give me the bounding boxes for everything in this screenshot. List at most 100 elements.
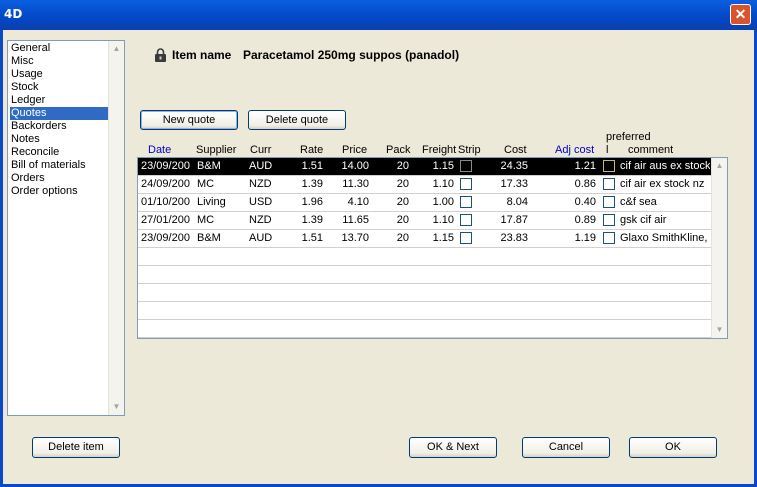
strip-checkbox[interactable] bbox=[460, 178, 472, 190]
cell-pack[interactable]: 20 bbox=[371, 212, 409, 229]
new-quote-button[interactable]: New quote bbox=[140, 110, 238, 130]
cell-date[interactable]: 23/09/200 bbox=[141, 158, 195, 175]
strip-checkbox[interactable] bbox=[460, 214, 472, 226]
sidebar-item[interactable]: Usage bbox=[10, 68, 110, 81]
item-name-value: Paracetamol 250mg suppos (panadol) bbox=[243, 48, 460, 62]
cell-supplier[interactable]: MC bbox=[197, 176, 247, 193]
scroll-down-icon[interactable]: ▼ bbox=[712, 322, 727, 338]
cell-freight[interactable]: 1.15 bbox=[411, 158, 454, 175]
cell-comment[interactable]: c&f sea bbox=[620, 194, 710, 211]
cell-supplier[interactable]: MC bbox=[197, 212, 247, 229]
cell-price[interactable]: 4.10 bbox=[325, 194, 369, 211]
cell-supplier[interactable]: B&M bbox=[197, 158, 247, 175]
cell-curr[interactable]: AUD bbox=[249, 230, 283, 247]
cell-rate[interactable]: 1.39 bbox=[285, 212, 323, 229]
ok-next-button[interactable]: OK & Next bbox=[409, 437, 497, 458]
cell-comment[interactable]: cif air ex stock nz bbox=[620, 176, 710, 193]
cell-rate[interactable]: 1.96 bbox=[285, 194, 323, 211]
cell-cost[interactable]: 17.33 bbox=[490, 176, 528, 193]
scroll-up-icon[interactable]: ▲ bbox=[109, 41, 124, 57]
quotes-table-scrollbar[interactable]: ▲ ▼ bbox=[711, 158, 727, 338]
sidebar-item[interactable]: Order options bbox=[10, 185, 110, 198]
cell-comment[interactable]: Glaxo SmithKline, bbox=[620, 230, 710, 247]
cell-curr[interactable]: USD bbox=[249, 194, 283, 211]
table-row[interactable]: 24/09/200 MC NZD 1.39 11.30 20 1.10 17.33 0.86 ci… bbox=[138, 176, 711, 194]
delete-item-button[interactable]: Delete item bbox=[32, 437, 120, 458]
section-list[interactable]: General Misc Usage Stock Ledger Quotes Backord… bbox=[7, 40, 125, 416]
cell-date[interactable]: 01/10/200 bbox=[141, 194, 195, 211]
table-row[interactable]: 23/09/200 B&M AUD 1.51 14.00 20 1.15 24.35 1.21 c… bbox=[138, 158, 711, 176]
ok-button[interactable]: OK bbox=[629, 437, 717, 458]
cell-pack[interactable]: 20 bbox=[371, 158, 409, 175]
cell-comment[interactable]: cif air aus ex stock bbox=[620, 158, 710, 175]
cell-date[interactable]: 23/09/200 bbox=[141, 230, 195, 247]
cell-pack[interactable]: 20 bbox=[371, 230, 409, 247]
cell-pack[interactable]: 20 bbox=[371, 176, 409, 193]
cell-curr[interactable]: AUD bbox=[249, 158, 283, 175]
cell-rate[interactable]: 1.51 bbox=[285, 158, 323, 175]
delete-quote-button[interactable]: Delete quote bbox=[248, 110, 346, 130]
sidebar-item[interactable]: Misc bbox=[10, 55, 110, 68]
sidebar-item[interactable]: Ledger bbox=[10, 94, 110, 107]
sidebar-item[interactable]: Orders bbox=[10, 172, 110, 185]
cell-comment[interactable]: gsk cif air bbox=[620, 212, 710, 229]
strip-checkbox[interactable] bbox=[460, 160, 472, 172]
table-row-empty[interactable] bbox=[138, 302, 711, 320]
quotes-table[interactable]: 23/09/200 B&M AUD 1.51 14.00 20 1.15 24.35 1.21 c… bbox=[137, 157, 728, 339]
scroll-up-icon[interactable]: ▲ bbox=[712, 158, 727, 174]
cell-adj-cost[interactable]: 0.86 bbox=[552, 176, 596, 193]
table-row[interactable]: 23/09/200 B&M AUD 1.51 13.70 20 1.15 23.83 1.19 G… bbox=[138, 230, 711, 248]
column-header-adj-cost[interactable]: Adj cost bbox=[555, 144, 594, 156]
sidebar-item[interactable]: General bbox=[10, 42, 110, 55]
sidebar-item[interactable]: Quotes bbox=[10, 107, 110, 120]
strip-checkbox[interactable] bbox=[460, 232, 472, 244]
table-row-empty[interactable] bbox=[138, 320, 711, 338]
cell-date[interactable]: 24/09/200 bbox=[141, 176, 195, 193]
cell-freight[interactable]: 1.00 bbox=[411, 194, 454, 211]
strip-checkbox[interactable] bbox=[460, 196, 472, 208]
preferred-checkbox[interactable] bbox=[603, 178, 615, 190]
cell-adj-cost[interactable]: 1.21 bbox=[552, 158, 596, 175]
cell-curr[interactable]: NZD bbox=[249, 176, 283, 193]
preferred-checkbox[interactable] bbox=[603, 160, 615, 172]
cell-adj-cost[interactable]: 0.40 bbox=[552, 194, 596, 211]
cell-adj-cost[interactable]: 1.19 bbox=[552, 230, 596, 247]
cell-price[interactable]: 11.65 bbox=[325, 212, 369, 229]
cell-adj-cost[interactable]: 0.89 bbox=[552, 212, 596, 229]
table-row[interactable]: 01/10/200 Living USD 1.96 4.10 20 1.00 8.04 0.40… bbox=[138, 194, 711, 212]
cell-price[interactable]: 11.30 bbox=[325, 176, 369, 193]
preferred-checkbox[interactable] bbox=[603, 214, 615, 226]
sidebar-item[interactable]: Notes bbox=[10, 133, 110, 146]
cell-date[interactable]: 27/01/200 bbox=[141, 212, 195, 229]
sidebar-item[interactable]: Backorders bbox=[10, 120, 110, 133]
table-row-empty[interactable] bbox=[138, 248, 711, 266]
cancel-button[interactable]: Cancel bbox=[522, 437, 610, 458]
column-header-date[interactable]: Date bbox=[148, 144, 171, 156]
cell-curr[interactable]: NZD bbox=[249, 212, 283, 229]
cell-cost[interactable]: 24.35 bbox=[490, 158, 528, 175]
cell-cost[interactable]: 8.04 bbox=[490, 194, 528, 211]
cell-price[interactable]: 13.70 bbox=[325, 230, 369, 247]
cell-cost[interactable]: 23.83 bbox=[490, 230, 528, 247]
sidebar-item[interactable]: Reconcile bbox=[10, 146, 110, 159]
cell-price[interactable]: 14.00 bbox=[325, 158, 369, 175]
table-row-empty[interactable] bbox=[138, 266, 711, 284]
scroll-down-icon[interactable]: ▼ bbox=[109, 399, 124, 415]
section-list-scrollbar[interactable]: ▲ ▼ bbox=[108, 41, 124, 415]
preferred-checkbox[interactable] bbox=[603, 196, 615, 208]
preferred-checkbox[interactable] bbox=[603, 232, 615, 244]
cell-freight[interactable]: 1.10 bbox=[411, 212, 454, 229]
cell-freight[interactable]: 1.10 bbox=[411, 176, 454, 193]
sidebar-item[interactable]: Stock bbox=[10, 81, 110, 94]
cell-supplier[interactable]: B&M bbox=[197, 230, 247, 247]
cell-pack[interactable]: 20 bbox=[371, 194, 409, 211]
cell-freight[interactable]: 1.15 bbox=[411, 230, 454, 247]
table-row[interactable]: 27/01/200 MC NZD 1.39 11.65 20 1.10 17.87 0.89 gs… bbox=[138, 212, 711, 230]
cell-supplier[interactable]: Living bbox=[197, 194, 247, 211]
sidebar-item[interactable]: Bill of materials bbox=[10, 159, 110, 172]
cell-rate[interactable]: 1.51 bbox=[285, 230, 323, 247]
table-row-empty[interactable] bbox=[138, 284, 711, 302]
cell-cost[interactable]: 17.87 bbox=[490, 212, 528, 229]
close-button[interactable]: ✕ bbox=[730, 4, 751, 25]
cell-rate[interactable]: 1.39 bbox=[285, 176, 323, 193]
